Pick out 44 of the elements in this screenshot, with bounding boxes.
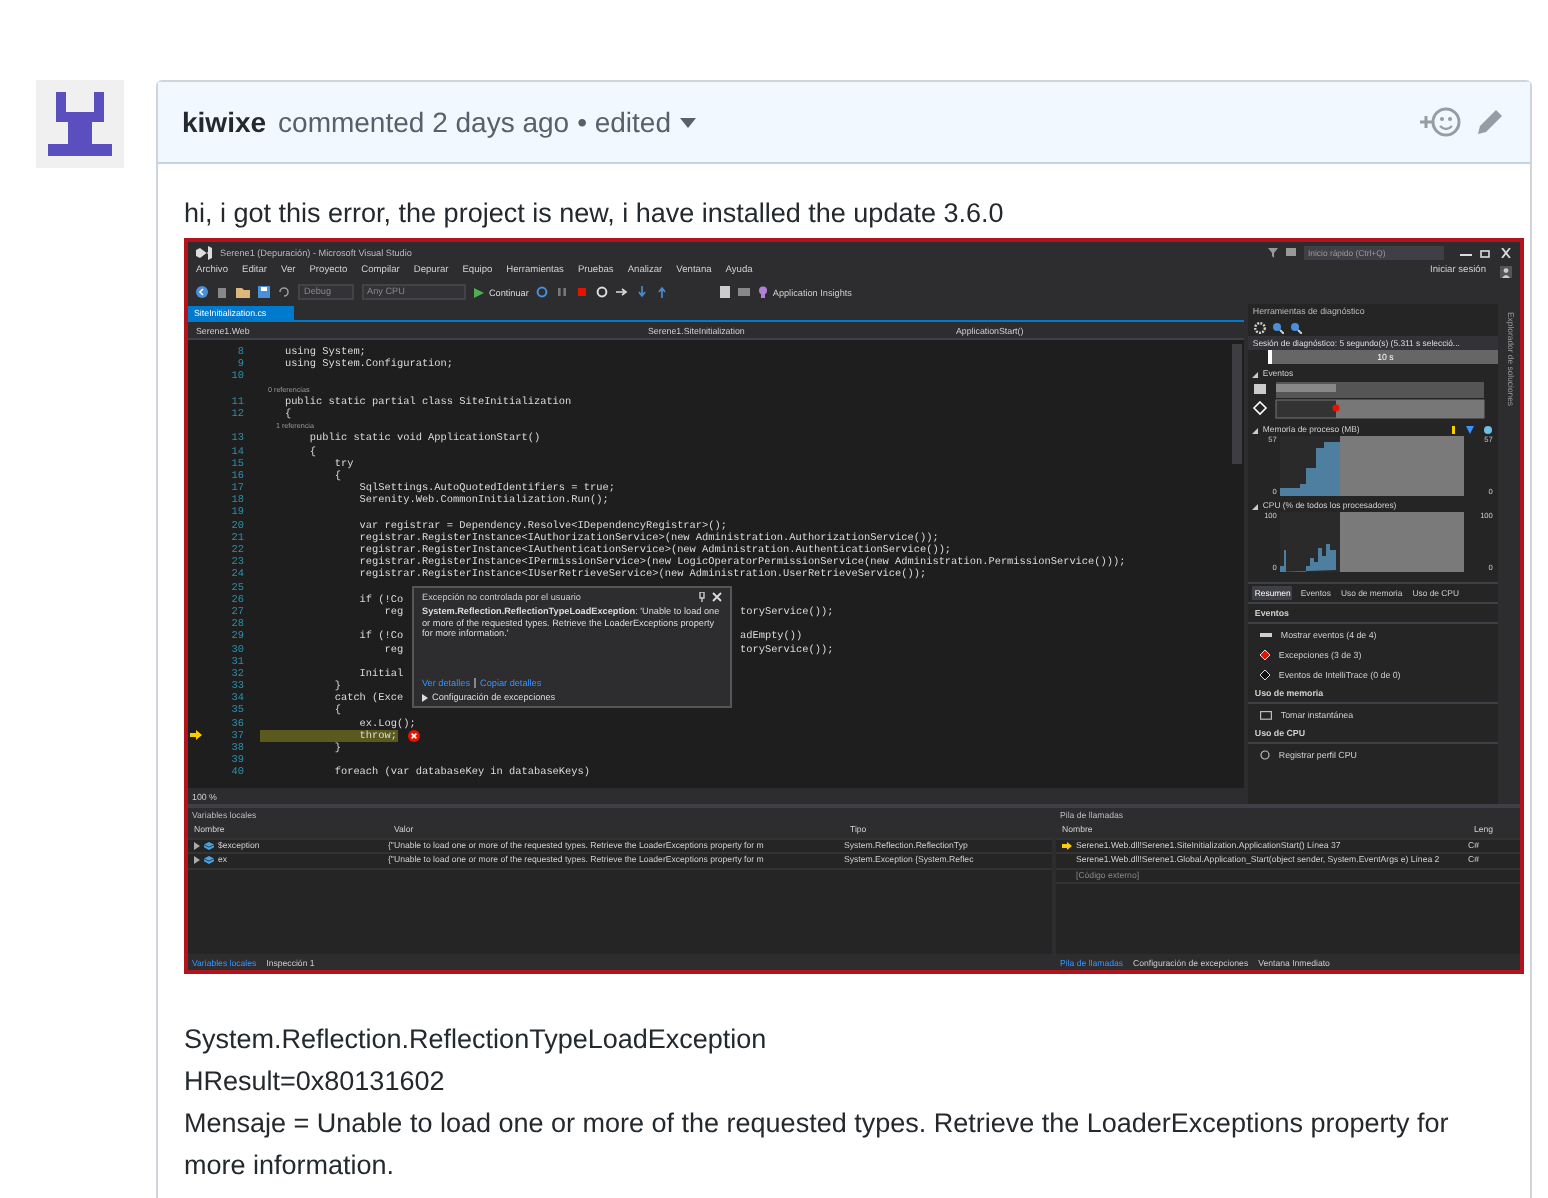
zoom-out-icon[interactable] <box>1290 322 1303 334</box>
scrollbar[interactable] <box>1232 344 1243 464</box>
edited-dropdown[interactable]: • edited <box>577 106 695 138</box>
comment-text: HResult=0x80131602 <box>184 1064 447 1100</box>
pin-icon[interactable] <box>698 592 706 602</box>
avatar-icon <box>36 80 124 168</box>
step-arrow-icon[interactable] <box>616 286 629 298</box>
close-icon[interactable] <box>1500 247 1512 257</box>
caret-icon <box>679 117 695 127</box>
filter-icon[interactable] <box>1268 247 1278 257</box>
settings-icon[interactable] <box>1254 322 1267 334</box>
comment-text: hi, i got this error, the project is new, i have installed the update 3.6.0 <box>184 196 1006 232</box>
object-icon <box>204 856 214 865</box>
current-frame-arrow-icon <box>1062 841 1072 850</box>
user-icon[interactable] <box>1500 265 1512 277</box>
lightbulb-icon <box>758 286 769 298</box>
add-reaction-icon[interactable] <box>1418 106 1462 138</box>
author-link[interactable]: kiwixe <box>182 106 267 138</box>
record-icon <box>1260 749 1271 759</box>
step-down-icon[interactable] <box>636 286 649 298</box>
close-icon[interactable] <box>712 592 722 602</box>
expand-icon[interactable] <box>422 693 428 701</box>
pause-icon[interactable] <box>556 286 569 298</box>
save-icon[interactable] <box>258 286 270 298</box>
collapse-icon[interactable] <box>1252 371 1259 377</box>
comment-text: System.Reflection.ReflectionTypeLoadException <box>184 1022 769 1058</box>
visual-studio-logo-icon <box>196 245 212 259</box>
stop-icon[interactable] <box>576 286 589 298</box>
object-icon <box>204 841 214 850</box>
restore-icon[interactable] <box>1480 247 1492 257</box>
collapse-icon[interactable] <box>1252 427 1259 433</box>
error-icon <box>407 729 419 742</box>
navigate-back-icon[interactable] <box>196 286 208 298</box>
comment-time: commented 2 days ago <box>278 106 570 138</box>
play-icon <box>474 287 485 297</box>
event-markers-icon <box>1450 426 1495 434</box>
step-up-icon[interactable] <box>656 286 669 298</box>
collapse-icon[interactable] <box>1252 503 1259 509</box>
open-folder-icon[interactable] <box>236 286 250 298</box>
comment-text: Mensaje = Unable to load one or more of the requested types. Retrieve the LoaderExceptions property for more information. <box>184 1106 1451 1184</box>
current-line-arrow-icon <box>190 730 202 741</box>
undo-icon[interactable] <box>278 286 290 298</box>
zoom-in-icon[interactable] <box>1272 322 1285 334</box>
edit-pencil-icon[interactable] <box>1474 106 1506 138</box>
